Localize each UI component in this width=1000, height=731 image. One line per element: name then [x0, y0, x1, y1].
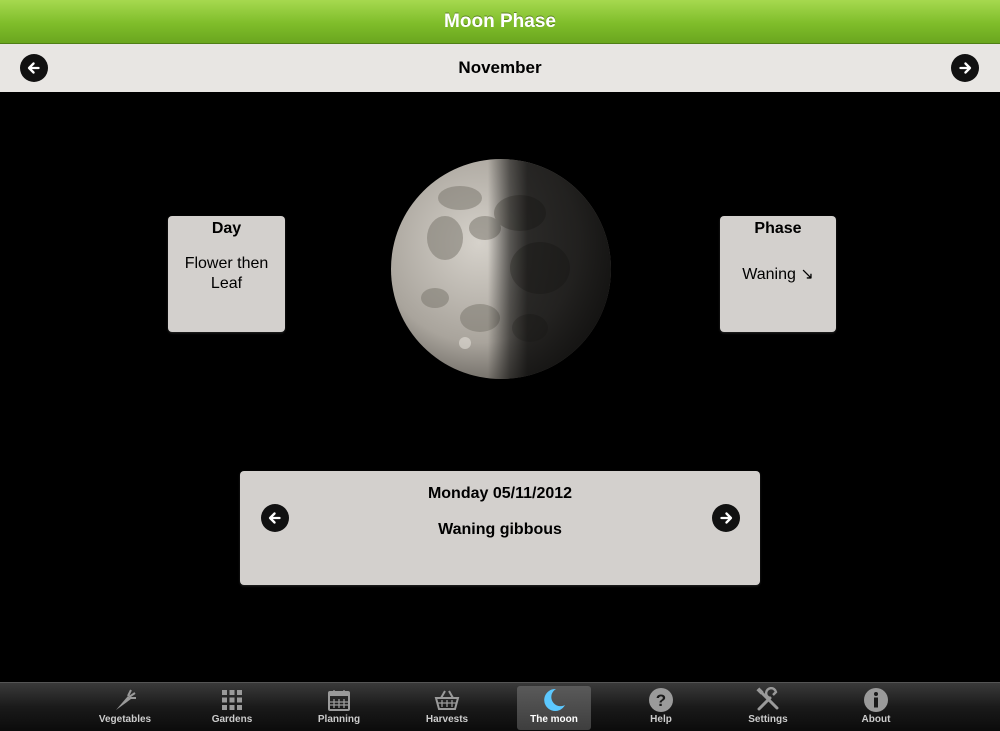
tab-help[interactable]: ? Help [624, 686, 698, 730]
day-card: Day Flower then Leaf [168, 216, 285, 332]
arrow-right-icon [959, 62, 972, 74]
date-label: Monday 05/11/2012 [427, 485, 573, 502]
tab-label: Help [650, 714, 672, 725]
tab-harvests[interactable]: Harvests [410, 686, 484, 730]
tab-settings[interactable]: Settings [731, 686, 805, 730]
info-icon [864, 688, 888, 712]
phase-card-value: Waning ↘ [742, 266, 814, 283]
tab-label: About [861, 714, 891, 725]
tab-vegetables[interactable]: Vegetables [88, 686, 162, 730]
arrow-right-icon [720, 512, 733, 524]
previous-day-button[interactable] [261, 504, 289, 532]
calendar-icon [328, 690, 350, 711]
tab-bar: Vegetables Gardens Planning Harvests The… [0, 682, 1000, 731]
grid-icon [222, 690, 242, 710]
previous-month-button[interactable] [20, 54, 48, 82]
phase-card: Phase Waning ↘ [720, 216, 836, 332]
next-month-button[interactable] [951, 54, 979, 82]
tab-label: Vegetables [98, 714, 152, 725]
day-card-value: Flower then Leaf [184, 255, 269, 292]
month-nav-bar: November [0, 44, 1000, 92]
tab-label: The moon [530, 714, 578, 725]
settings-icon [756, 687, 779, 711]
tab-about[interactable]: About [839, 686, 913, 730]
carrot-icon [116, 689, 136, 710]
tab-gardens[interactable]: Gardens [195, 686, 269, 730]
tab-the-moon[interactable]: The moon [517, 686, 591, 730]
tab-label: Settings [748, 714, 788, 725]
basket-icon [434, 690, 460, 710]
date-panel: Monday 05/11/2012 Waning gibbous [240, 471, 760, 585]
svg-text:?: ? [656, 691, 666, 710]
help-icon: ? [649, 688, 673, 712]
phase-card-header: Phase [754, 220, 802, 237]
tab-label: Planning [317, 714, 361, 725]
moon-image [391, 159, 611, 379]
tab-label: Gardens [211, 714, 253, 725]
arrow-left-icon [268, 512, 281, 524]
title-bar: Moon Phase [0, 0, 1000, 44]
day-card-header: Day [211, 220, 242, 237]
tab-label: Harvests [425, 714, 469, 725]
tab-planning[interactable]: Planning [302, 686, 376, 730]
month-label: November [458, 58, 542, 77]
moon-icon [544, 688, 565, 711]
next-day-button[interactable] [712, 504, 740, 532]
app-title: Moon Phase [444, 10, 556, 32]
arrow-left-icon [27, 62, 40, 74]
phase-name-label: Waning gibbous [438, 521, 562, 538]
